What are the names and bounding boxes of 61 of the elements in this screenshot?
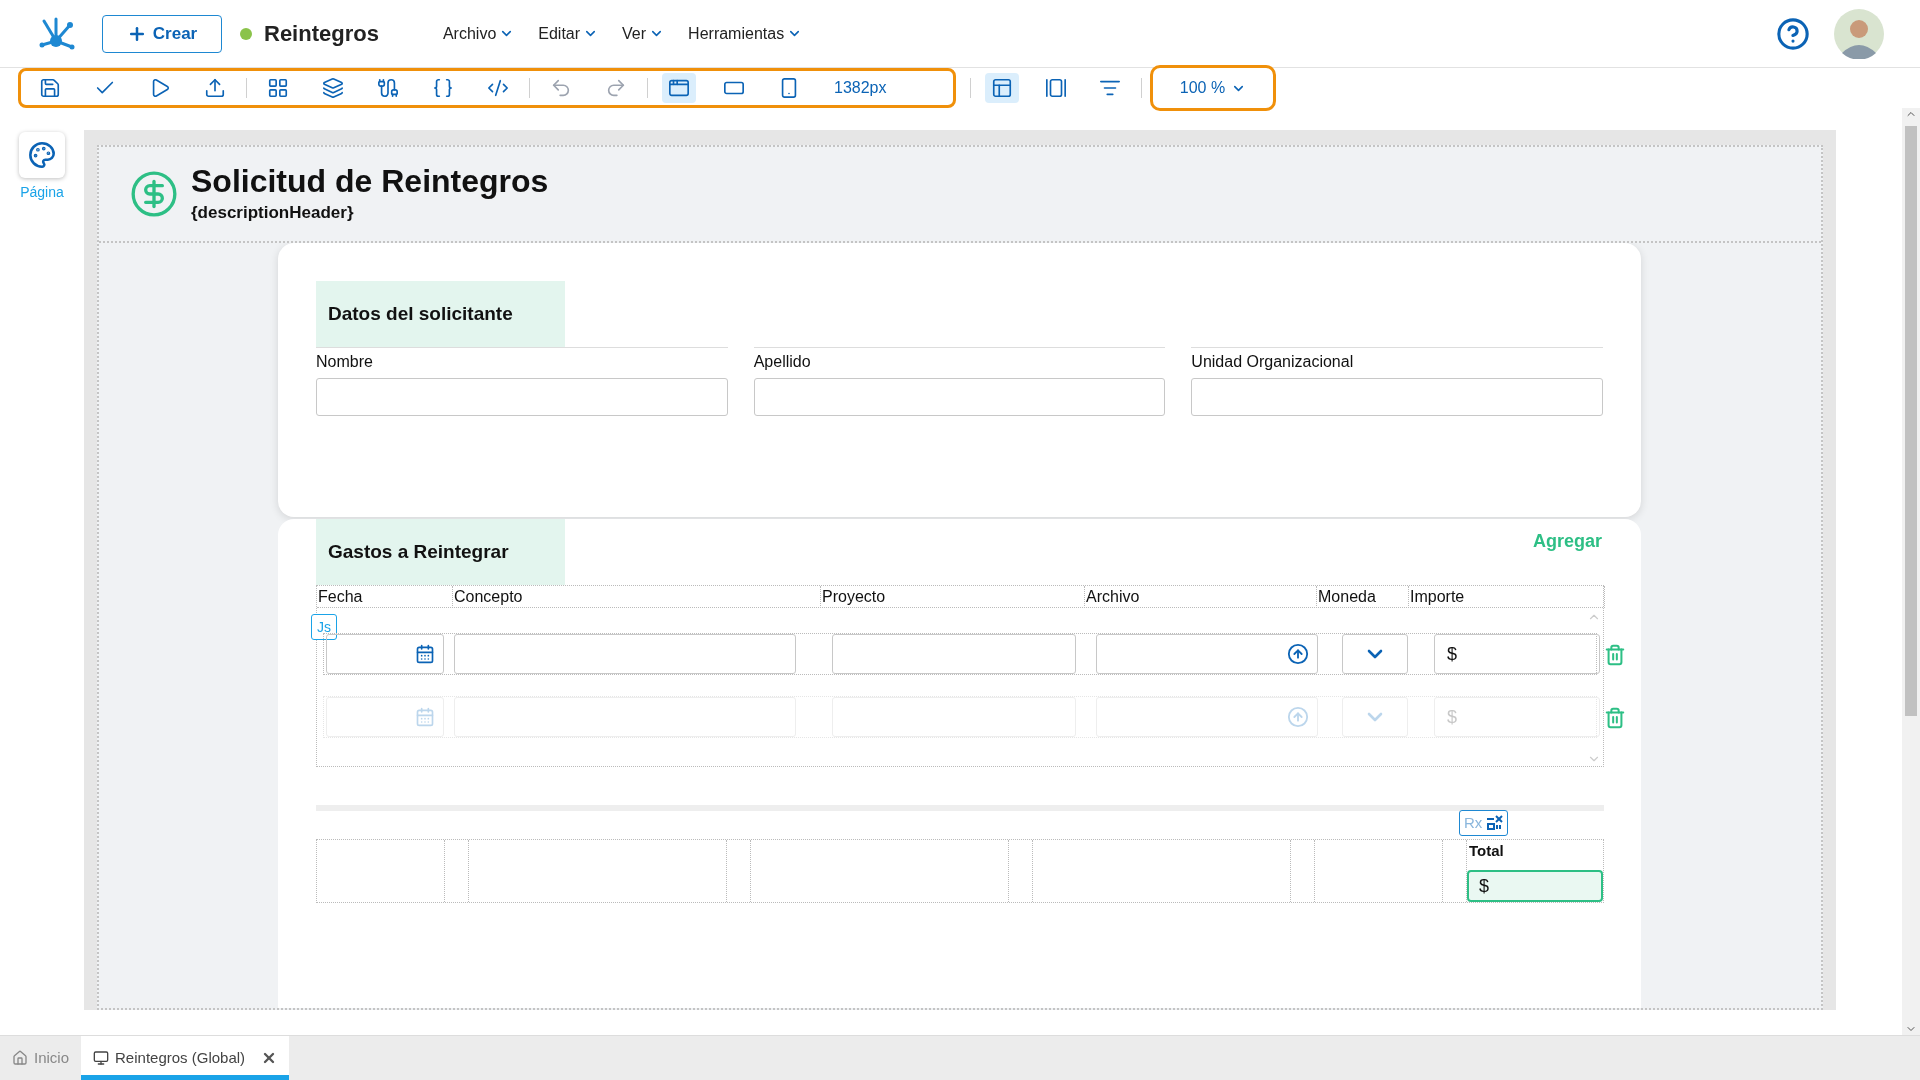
column-header: Proyecto <box>821 586 1085 608</box>
frame-icon <box>1045 77 1067 99</box>
components-icon <box>267 77 289 99</box>
file-field[interactable] <box>1096 634 1318 674</box>
calendar-icon <box>415 644 435 664</box>
column-header: Archivo <box>1085 586 1317 608</box>
width-label: 1382px <box>834 78 887 98</box>
text-field[interactable] <box>454 634 796 674</box>
layout-button[interactable] <box>985 73 1019 103</box>
sidebar-label: Página <box>20 183 64 202</box>
home-icon <box>12 1050 28 1066</box>
section-title: Gastos a Reintegrar <box>328 539 509 564</box>
layout-icon <box>991 77 1013 99</box>
column-header: Moneda <box>1317 586 1409 608</box>
layers-icon <box>322 77 344 99</box>
menu-item[interactable]: Ver <box>622 21 665 46</box>
menu-item[interactable]: Editar <box>538 21 599 46</box>
save-icon <box>39 77 61 99</box>
redo-icon <box>605 77 627 99</box>
form-title: Solicitud de Reintegros <box>191 162 549 201</box>
braces-icon <box>432 77 454 99</box>
page-tab[interactable]: Reintegros (Global) <box>81 1036 290 1080</box>
desktop-button[interactable] <box>662 73 696 103</box>
calendar-icon <box>415 707 435 727</box>
section-title: Datos del solicitante <box>328 301 513 326</box>
upload-icon <box>1287 643 1309 665</box>
text-field[interactable] <box>832 634 1076 674</box>
zoom-dropdown[interactable]: 100 % <box>1150 65 1276 111</box>
window-icon <box>93 1050 110 1066</box>
total-field[interactable]: $ <box>1467 870 1603 902</box>
app-title: Reintegros <box>264 20 379 48</box>
undo-icon <box>550 77 572 99</box>
menu-item[interactable]: Herramientas <box>688 21 803 46</box>
date-field[interactable] <box>326 634 444 674</box>
field-label: Unidad Organizacional <box>1191 353 1354 370</box>
column-header: Fecha <box>317 586 453 608</box>
field-label: Nombre <box>316 353 373 370</box>
text-field[interactable] <box>316 378 728 416</box>
amount-field[interactable]: $ <box>1434 634 1600 674</box>
upload-icon <box>1287 706 1309 728</box>
formula-icon <box>1485 815 1504 831</box>
help-icon[interactable] <box>1776 16 1810 51</box>
form-description: {descriptionHeader} <box>191 202 355 225</box>
column-header: Concepto <box>453 586 821 608</box>
text-field[interactable] <box>1191 378 1603 416</box>
field-label: Apellido <box>753 353 811 370</box>
delete-icon[interactable] <box>1604 644 1626 666</box>
currency-select[interactable] <box>1342 634 1408 674</box>
text-field[interactable] <box>753 378 1166 416</box>
desktop-icon <box>668 77 690 99</box>
create-button[interactable]: Crear <box>102 14 222 53</box>
total-label: Total <box>1468 842 1505 860</box>
code-icon <box>487 77 509 99</box>
connector-icon <box>377 77 399 99</box>
avatar[interactable] <box>1834 8 1884 59</box>
dollar-icon <box>129 169 179 219</box>
export-icon <box>204 77 226 99</box>
scrollbar[interactable] <box>1902 108 1920 1035</box>
palette-icon <box>28 141 56 169</box>
menu-item[interactable]: Archivo <box>442 21 515 46</box>
column-header: Importe <box>1409 586 1605 608</box>
